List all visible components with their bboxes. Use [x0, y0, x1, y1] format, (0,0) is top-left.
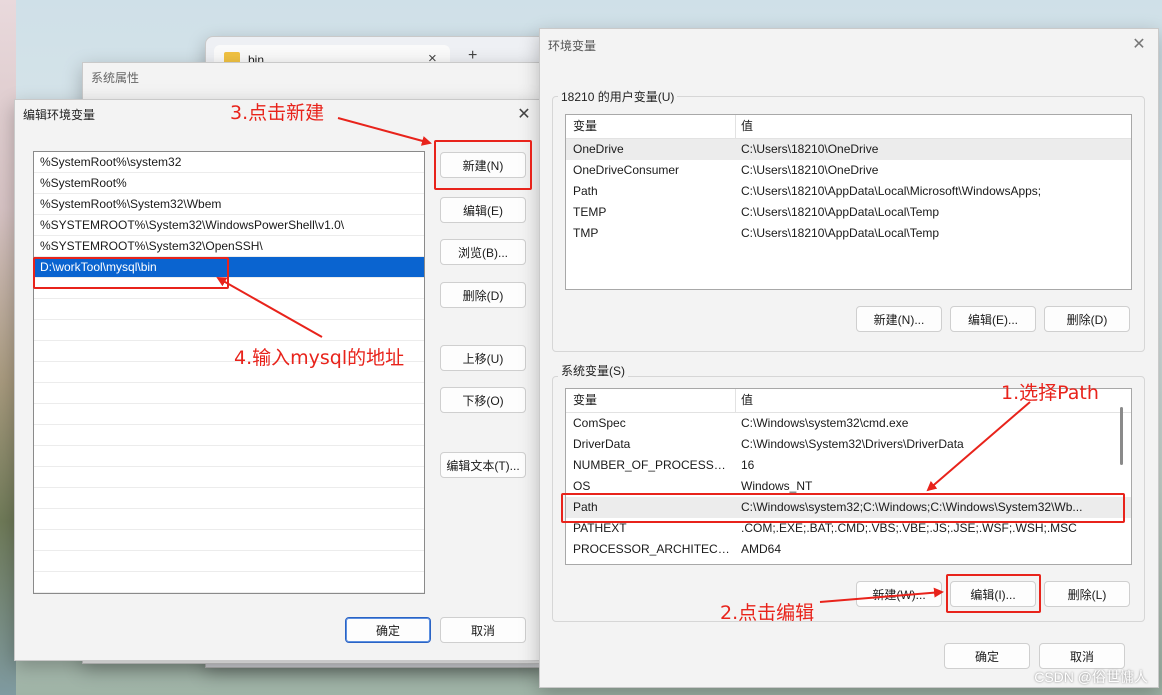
- arrow-step3: [337, 117, 432, 146]
- arrow-step2: [819, 587, 944, 603]
- arrow-step4: [216, 277, 323, 338]
- annotation-arrows: [216, 117, 1031, 603]
- arrow-step1: [926, 401, 1031, 492]
- watermark: CSDN @俗世慵人: [1034, 669, 1148, 685]
